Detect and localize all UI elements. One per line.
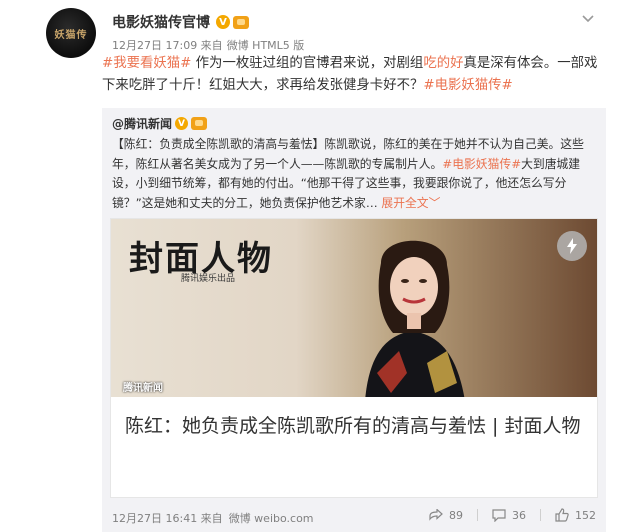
- topic-link[interactable]: #我要看妖猫#: [102, 56, 191, 71]
- verified-badge-icon: V: [216, 15, 230, 29]
- comment-button[interactable]: 36: [492, 508, 526, 522]
- weibo-post: 妖猫传 电影妖猫传官博 V 12月27日 17:09 来自 微博 HTML5 版 …: [36, 0, 606, 532]
- thumbs-up-icon: [555, 508, 569, 522]
- cover-portrait: [365, 240, 465, 397]
- expand-arrow-icon: ﹀: [428, 195, 441, 210]
- post-time[interactable]: 12月27日 17:09 来自: [112, 39, 223, 52]
- member-badge-icon: [233, 15, 249, 29]
- verified-badge-icon: V: [175, 117, 189, 130]
- repost-time[interactable]: 12月27日 16:41 来自: [112, 510, 223, 526]
- cover-subtitle: 腾讯娱乐出品: [181, 274, 236, 284]
- repost-source: 微博 weibo.com: [228, 512, 314, 525]
- cover-credit: 腾讯新闻: [123, 383, 163, 394]
- share-icon: [429, 508, 443, 522]
- article-card[interactable]: 封面人物 腾讯娱乐出品 腾讯新闻 陈红：她负责成全陈凯歌所有的清高与羞怯 | 封…: [110, 218, 598, 498]
- repost-count: 89: [449, 508, 463, 522]
- author-name[interactable]: 电影妖猫传官博: [112, 12, 210, 32]
- flash-icon[interactable]: [557, 231, 587, 261]
- author-row: 电影妖猫传官博 V: [112, 12, 249, 32]
- action-divider: [540, 509, 541, 521]
- expand-full-text-link[interactable]: 展开全文: [381, 196, 428, 210]
- comment-count: 36: [512, 508, 526, 522]
- article-title[interactable]: 陈红：她负责成全陈凯歌所有的清高与羞怯 | 封面人物: [125, 411, 585, 441]
- repost-author[interactable]: @腾讯新闻: [112, 115, 172, 132]
- repost-footer: 12月27日 16:41 来自 微博 weibo.com 89 36 152: [112, 508, 596, 526]
- like-button[interactable]: 152: [555, 508, 596, 522]
- highlight-text: 吃的好: [423, 56, 464, 71]
- post-source: 微博 HTML5 版: [226, 39, 305, 52]
- repost-author-row: @腾讯新闻 V: [112, 115, 208, 132]
- post-meta: 12月27日 17:09 来自 微博 HTML5 版: [112, 37, 308, 53]
- action-bar: 89 36 152: [415, 508, 596, 522]
- avatar-logo: 妖猫传: [54, 29, 88, 41]
- post-text-part: 作为一枚驻过组的官博君来说，对剧组: [191, 56, 424, 71]
- topic-link[interactable]: #电影妖猫传#: [423, 78, 512, 93]
- repost-button[interactable]: 89: [429, 508, 463, 522]
- post-text: #我要看妖猫# 作为一枚驻过组的官博君来说，对剧组吃的好真是深有体会。一部戏下来…: [102, 53, 602, 97]
- chevron-down-icon[interactable]: [580, 12, 596, 26]
- like-count: 152: [575, 508, 596, 522]
- topic-link[interactable]: #电影妖猫传#: [442, 157, 521, 171]
- repost-block: @腾讯新闻 V 【陈红：负责成全陈凯歌的清高与羞怯】陈凯歌说，陈红的美在于她并不…: [102, 108, 606, 532]
- member-badge-icon: [191, 117, 208, 130]
- article-cover-image[interactable]: 封面人物 腾讯娱乐出品 腾讯新闻: [111, 219, 597, 397]
- action-divider: [477, 509, 478, 521]
- author-avatar[interactable]: 妖猫传: [46, 8, 96, 58]
- repost-text: 【陈红：负责成全陈凯歌的清高与羞怯】陈凯歌说，陈红的美在于她并不认为自己美。这些…: [112, 135, 596, 213]
- comment-icon: [492, 508, 506, 522]
